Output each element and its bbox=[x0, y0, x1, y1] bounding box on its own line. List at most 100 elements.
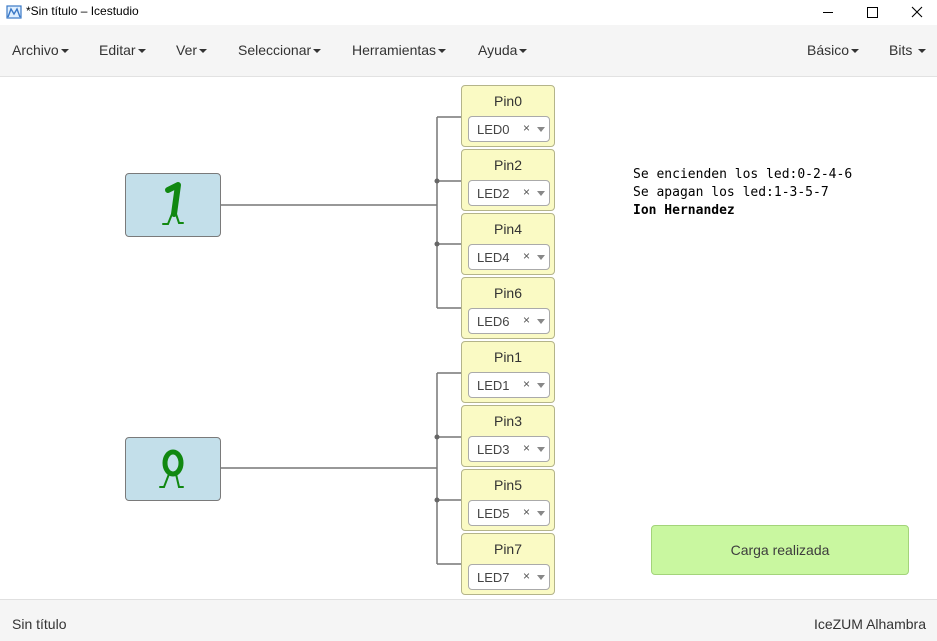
caret-down-icon bbox=[851, 49, 860, 54]
pin-value: LED1 bbox=[477, 378, 510, 393]
clear-icon[interactable]: × bbox=[523, 121, 530, 135]
pin-value: LED6 bbox=[477, 314, 510, 329]
comment-author: Ion Hernandez bbox=[633, 203, 735, 218]
clear-icon[interactable]: × bbox=[523, 185, 530, 199]
pin-name: Pin6 bbox=[493, 285, 523, 301]
pin-select[interactable]: LED2 × bbox=[468, 180, 550, 206]
pin-name: Pin5 bbox=[493, 477, 523, 493]
maximize-button[interactable] bbox=[849, 0, 895, 24]
menu-basico-label: Básico bbox=[807, 42, 850, 58]
menu-bits-label: Bits bbox=[889, 42, 913, 58]
pin-block[interactable]: Pin4 LED4 × bbox=[461, 213, 555, 275]
pin-value: LED4 bbox=[477, 250, 510, 265]
menu-seleccionar-label: Seleccionar bbox=[238, 42, 312, 58]
menu-bits[interactable]: Bits bbox=[889, 25, 927, 76]
design-canvas[interactable]: Pin0 LED0 × Pin2 LED2 × Pin4 LED4 × Pin6… bbox=[0, 77, 937, 599]
status-bar: Sin título IceZUM Alhambra bbox=[0, 599, 937, 641]
caret-down-icon bbox=[313, 49, 322, 54]
pin-block[interactable]: Pin6 LED6 × bbox=[461, 277, 555, 339]
pin-block[interactable]: Pin1 LED1 × bbox=[461, 341, 555, 403]
pin-select[interactable]: LED4 × bbox=[468, 244, 550, 270]
pin-value: LED7 bbox=[477, 570, 510, 585]
project-name: Sin título bbox=[12, 616, 67, 632]
caret-down-icon bbox=[199, 49, 208, 54]
pin-name: Pin0 bbox=[493, 93, 523, 109]
clear-icon[interactable]: × bbox=[523, 313, 530, 327]
menu-editar[interactable]: Editar bbox=[99, 25, 146, 76]
menu-ayuda[interactable]: Ayuda bbox=[478, 25, 528, 76]
pin-select[interactable]: LED3 × bbox=[468, 436, 550, 462]
clear-icon[interactable]: × bbox=[523, 505, 530, 519]
pin-select[interactable]: LED0 × bbox=[468, 116, 550, 142]
pin-block[interactable]: Pin0 LED0 × bbox=[461, 85, 555, 147]
pin-select[interactable]: LED5 × bbox=[468, 500, 550, 526]
menu-seleccionar[interactable]: Seleccionar bbox=[238, 25, 322, 76]
menu-ayuda-label: Ayuda bbox=[478, 42, 518, 58]
pin-name: Pin1 bbox=[493, 349, 523, 365]
pin-name: Pin3 bbox=[493, 413, 523, 429]
menu-ver-label: Ver bbox=[176, 42, 198, 58]
wire-branches bbox=[437, 116, 461, 309]
dropdown-arrow-icon bbox=[537, 191, 545, 196]
comment-line: Se apagan los led:1-3-5-7 bbox=[633, 185, 829, 200]
pin-block[interactable]: Pin3 LED3 × bbox=[461, 405, 555, 467]
clear-icon[interactable]: × bbox=[523, 249, 530, 263]
minimize-button[interactable] bbox=[805, 0, 851, 24]
title-bar: *Sin título – Icestudio bbox=[0, 0, 937, 24]
menu-ver[interactable]: Ver bbox=[176, 25, 208, 76]
constant-one-icon bbox=[162, 182, 184, 225]
pin-select[interactable]: LED1 × bbox=[468, 372, 550, 398]
dropdown-arrow-icon bbox=[537, 319, 545, 324]
menu-bar: Archivo Editar Ver Seleccionar Herramien… bbox=[0, 25, 937, 77]
board-name[interactable]: IceZUM Alhambra bbox=[814, 616, 926, 632]
wire-branches bbox=[437, 372, 461, 565]
maximize-icon bbox=[866, 6, 878, 18]
dropdown-arrow-icon bbox=[537, 575, 545, 580]
pin-value: LED5 bbox=[477, 506, 510, 521]
wire-junction bbox=[434, 497, 440, 503]
constant-block-0[interactable] bbox=[125, 437, 221, 501]
dropdown-arrow-icon bbox=[537, 255, 545, 260]
dropdown-arrow-icon bbox=[537, 447, 545, 452]
pin-block[interactable]: Pin5 LED5 × bbox=[461, 469, 555, 531]
pin-value: LED0 bbox=[477, 122, 510, 137]
close-button[interactable] bbox=[894, 0, 937, 24]
pin-value: LED3 bbox=[477, 442, 510, 457]
pin-name: Pin7 bbox=[493, 541, 523, 557]
wire-junction bbox=[434, 434, 440, 440]
pin-name: Pin4 bbox=[493, 221, 523, 237]
pin-select[interactable]: LED6 × bbox=[468, 308, 550, 334]
dropdown-arrow-icon bbox=[537, 127, 545, 132]
pin-value: LED2 bbox=[477, 186, 510, 201]
clear-icon[interactable]: × bbox=[523, 569, 530, 583]
wire-junction bbox=[434, 178, 440, 184]
clear-icon[interactable]: × bbox=[523, 441, 530, 455]
constant-block-1[interactable] bbox=[125, 173, 221, 237]
caret-down-icon bbox=[60, 49, 69, 54]
close-icon bbox=[911, 6, 923, 18]
menu-basico[interactable]: Básico bbox=[807, 25, 860, 76]
window-title: *Sin título – Icestudio bbox=[26, 4, 139, 18]
menu-herramientas[interactable]: Herramientas bbox=[352, 25, 447, 76]
clear-icon[interactable]: × bbox=[523, 377, 530, 391]
menu-herramientas-label: Herramientas bbox=[352, 42, 437, 58]
menu-editar-label: Editar bbox=[99, 42, 136, 58]
comment-line: Se encienden los led:0-2-4-6 bbox=[633, 167, 853, 182]
caret-down-icon bbox=[438, 49, 447, 54]
wire-junction bbox=[434, 241, 440, 247]
menu-archivo-label: Archivo bbox=[12, 42, 59, 58]
dropdown-arrow-icon bbox=[537, 383, 545, 388]
caret-down-icon bbox=[137, 49, 146, 54]
upload-success-alert[interactable]: Carga realizada bbox=[651, 525, 909, 575]
comment-block[interactable]: Se encienden los led:0-2-4-6 Se apagan lo… bbox=[633, 166, 852, 220]
dropdown-arrow-icon bbox=[537, 511, 545, 516]
minimize-icon bbox=[823, 11, 833, 13]
constant-zero-icon bbox=[159, 449, 184, 488]
menu-archivo[interactable]: Archivo bbox=[12, 25, 69, 76]
pin-name: Pin2 bbox=[493, 157, 523, 173]
pin-block[interactable]: Pin7 LED7 × bbox=[461, 533, 555, 595]
caret-down-icon bbox=[519, 49, 528, 54]
pin-block[interactable]: Pin2 LED2 × bbox=[461, 149, 555, 211]
icestudio-logo-icon bbox=[6, 5, 22, 19]
pin-select[interactable]: LED7 × bbox=[468, 564, 550, 590]
